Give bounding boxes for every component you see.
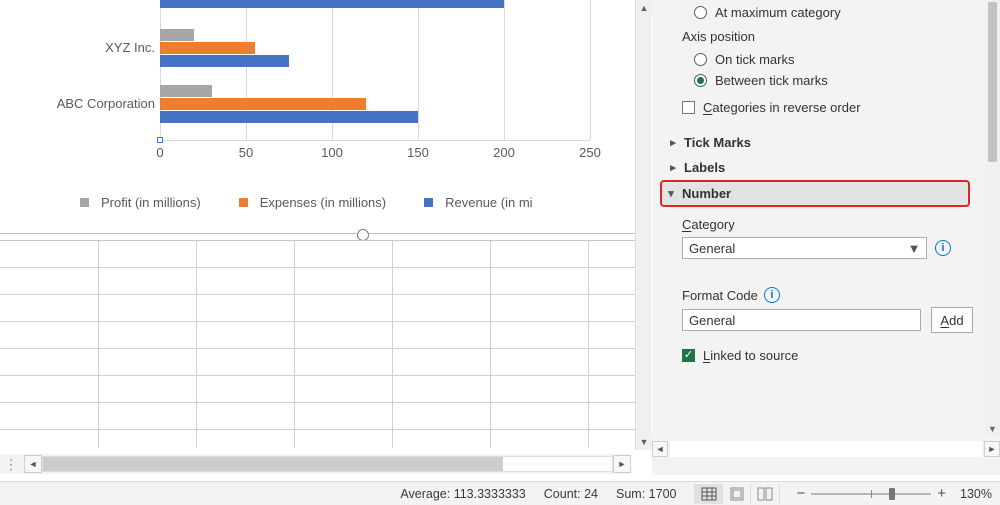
zoom-slider[interactable]: − + 130%	[796, 485, 992, 502]
scroll-left-button[interactable]: ◄	[24, 455, 42, 473]
category-dropdown[interactable]: General ▼	[682, 237, 927, 259]
scroll-down-button[interactable]: ▼	[636, 434, 652, 450]
section-number-highlight: ▾ Number	[660, 180, 970, 207]
x-tick: 50	[239, 145, 253, 160]
view-normal-button[interactable]	[695, 484, 723, 504]
panel-vertical-scrollbar[interactable]: ▼	[985, 0, 1000, 436]
grid-icon	[701, 487, 717, 501]
view-page-layout-button[interactable]	[723, 484, 751, 504]
zoom-midpoint	[871, 490, 872, 498]
section-labels[interactable]: ▸ Labels	[668, 155, 973, 180]
radio-icon	[694, 53, 707, 66]
input-value: General	[689, 313, 735, 328]
legend-swatch-expenses	[239, 198, 248, 207]
zoom-handle[interactable]	[889, 488, 895, 500]
section-label: Tick Marks	[684, 135, 751, 150]
radio-label: At maximum category	[715, 5, 841, 20]
scroll-up-button[interactable]: ▲	[636, 0, 652, 16]
zoom-track[interactable]	[811, 493, 931, 495]
section-number[interactable]: ▾ Number	[666, 185, 962, 202]
axis-position-label: Axis position	[682, 29, 973, 44]
scrollbar-thumb[interactable]	[43, 457, 503, 471]
radio-icon	[694, 6, 707, 19]
format-code-input[interactable]: General	[682, 309, 921, 331]
legend-swatch-revenue	[424, 198, 433, 207]
radio-between-tick-marks[interactable]: Between tick marks	[694, 70, 973, 91]
scroll-down-button[interactable]: ▼	[985, 422, 1000, 436]
spreadsheet-grid[interactable]	[0, 240, 635, 448]
view-page-break-button[interactable]	[751, 484, 779, 504]
radio-at-max-category[interactable]: At maximum category	[694, 2, 973, 23]
radio-label: Between tick marks	[715, 73, 828, 88]
bar-xyz-profit[interactable]	[160, 29, 194, 41]
checkbox-label: Linked to source	[703, 348, 798, 363]
page-layout-icon	[729, 487, 745, 501]
legend-label-expenses: Expenses (in millions)	[260, 195, 386, 210]
chevron-right-icon: ▸	[668, 136, 678, 149]
x-tick: 200	[493, 145, 515, 160]
status-bar: Average: 113.3333333 Count: 24 Sum: 1700…	[0, 481, 1000, 505]
format-code-label: Format Code	[682, 288, 758, 303]
section-tick-marks[interactable]: ▸ Tick Marks	[668, 130, 973, 155]
radio-icon	[694, 74, 707, 87]
zoom-in-button[interactable]: +	[937, 485, 946, 502]
scroll-right-button[interactable]: ►	[984, 441, 1000, 457]
scroll-left-button[interactable]: ◄	[652, 441, 668, 457]
page-break-icon	[757, 487, 773, 501]
bar-abc-revenue[interactable]	[160, 111, 418, 123]
scrollbar-track[interactable]	[670, 441, 982, 457]
format-axis-panel: At maximum category Axis position On tic…	[652, 0, 1000, 475]
status-count: Count: 24	[544, 487, 598, 501]
bar-top-revenue[interactable]	[160, 0, 504, 8]
check-linked-to-source[interactable]: ✓ Linked to source	[682, 345, 973, 366]
bar-abc-profit[interactable]	[160, 85, 212, 97]
checkbox-icon: ✓	[682, 349, 695, 362]
sheet-tab-scroll-icon[interactable]: ⋮	[0, 456, 24, 473]
checkbox-icon	[682, 101, 695, 114]
chart-area[interactable]: 0 50 100 150 200 250 XYZ Inc. ABC Corpor…	[0, 0, 635, 450]
x-tick: 150	[407, 145, 429, 160]
info-icon[interactable]: i	[764, 287, 780, 303]
view-switcher	[694, 484, 780, 504]
zoom-out-button[interactable]: −	[796, 485, 805, 502]
sheet-horizontal-scrollbar[interactable]: ⋮ ◄ ►	[0, 454, 631, 474]
status-average: Average: 113.3333333	[400, 487, 525, 501]
chart-legend[interactable]: Profit (in millions) Expenses (in millio…	[80, 190, 635, 215]
scrollbar-thumb[interactable]	[988, 2, 997, 162]
axis-selection-handle[interactable]	[157, 137, 163, 143]
zoom-percent[interactable]: 130%	[960, 487, 992, 501]
bar-xyz-revenue[interactable]	[160, 55, 289, 67]
category-label: Category	[682, 217, 973, 232]
legend-swatch-profit	[80, 198, 89, 207]
bar-xyz-expenses[interactable]	[160, 42, 255, 54]
category-label-abc: ABC Corporation	[0, 96, 155, 111]
category-label-xyz: XYZ Inc.	[0, 40, 155, 55]
chart-plot: 0 50 100 150 200 250	[160, 0, 620, 140]
sheet-vertical-scrollbar[interactable]: ▲ ▼	[635, 0, 651, 450]
panel-horizontal-scrollbar[interactable]: ◄ ►	[652, 441, 1000, 457]
radio-label: On tick marks	[715, 52, 794, 67]
chevron-down-icon: ▼	[906, 241, 922, 256]
checkbox-label: Categories in reverse order	[703, 100, 861, 115]
x-tick: 0	[156, 145, 163, 160]
check-categories-reverse[interactable]: Categories in reverse order	[682, 97, 973, 118]
status-sum: Sum: 1700	[616, 487, 676, 501]
legend-label-revenue: Revenue (in mi	[445, 195, 532, 210]
add-button[interactable]: Add	[931, 307, 973, 333]
chevron-down-icon: ▾	[666, 187, 676, 200]
scrollbar-track[interactable]	[42, 456, 613, 472]
chevron-right-icon: ▸	[668, 161, 678, 174]
dropdown-value: General	[689, 241, 735, 256]
section-label: Labels	[684, 160, 725, 175]
radio-on-tick-marks[interactable]: On tick marks	[694, 49, 973, 70]
info-icon[interactable]: i	[935, 240, 951, 256]
legend-label-profit: Profit (in millions)	[101, 195, 201, 210]
bar-abc-expenses[interactable]	[160, 98, 366, 110]
x-tick: 100	[321, 145, 343, 160]
scroll-right-button[interactable]: ►	[613, 455, 631, 473]
x-tick: 250	[579, 145, 601, 160]
section-label: Number	[682, 186, 731, 201]
